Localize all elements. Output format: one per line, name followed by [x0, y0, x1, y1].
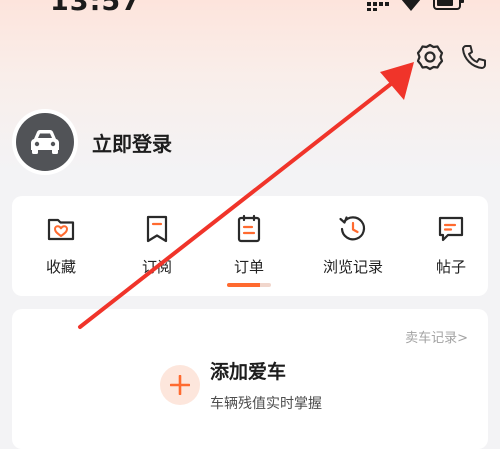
signal-icon [367, 2, 389, 11]
settings-icon[interactable] [414, 41, 446, 73]
history-clock-icon [339, 216, 366, 241]
battery-icon [433, 0, 464, 10]
status-bar: 13:57 [0, 0, 500, 24]
header-background [0, 0, 500, 170]
wifi-icon [401, 0, 421, 11]
menu-item-subscribe[interactable]: 订阅 [122, 214, 192, 277]
menu-label: 订单 [233, 258, 264, 276]
menu-label: 收藏 [45, 258, 76, 276]
favorites-folder-icon [47, 218, 75, 241]
battery-level [437, 0, 453, 6]
menu-item-history[interactable]: 浏览记录 [308, 214, 398, 277]
menu-item-posts[interactable]: 帖子 [416, 214, 486, 277]
login-link[interactable]: 立即登录 [92, 128, 172, 157]
avatar[interactable] [16, 113, 74, 171]
message-icon [438, 216, 464, 242]
car-avatar-icon [31, 130, 59, 154]
menu-label: 帖子 [435, 258, 466, 276]
menu-label: 浏览记录 [322, 258, 383, 276]
battery-tip [461, 0, 464, 3]
menu-item-favorites[interactable]: 收藏 [26, 214, 96, 277]
bookmark-icon [146, 215, 168, 243]
add-car-button[interactable] [160, 365, 200, 405]
menu-item-orders[interactable]: 订单 [214, 214, 284, 277]
menu-label: 订阅 [141, 258, 172, 276]
clipboard-icon [237, 214, 261, 243]
add-car-subtitle: 车辆残值实时掌握 [210, 396, 322, 412]
my-car-card: 卖车记录> 添加爱车 车辆残值实时掌握 [12, 309, 488, 449]
shortcut-menu: 收藏 订阅 订单 浏览记录 帖子 [12, 196, 488, 296]
phone-icon[interactable] [458, 41, 490, 73]
plus-icon [170, 375, 190, 395]
sell-record-link[interactable]: 卖车记录> [405, 327, 468, 346]
active-tab-indicator [227, 283, 271, 287]
status-time: 13:57 [50, 0, 141, 17]
add-car-title[interactable]: 添加爱车 [210, 357, 286, 384]
